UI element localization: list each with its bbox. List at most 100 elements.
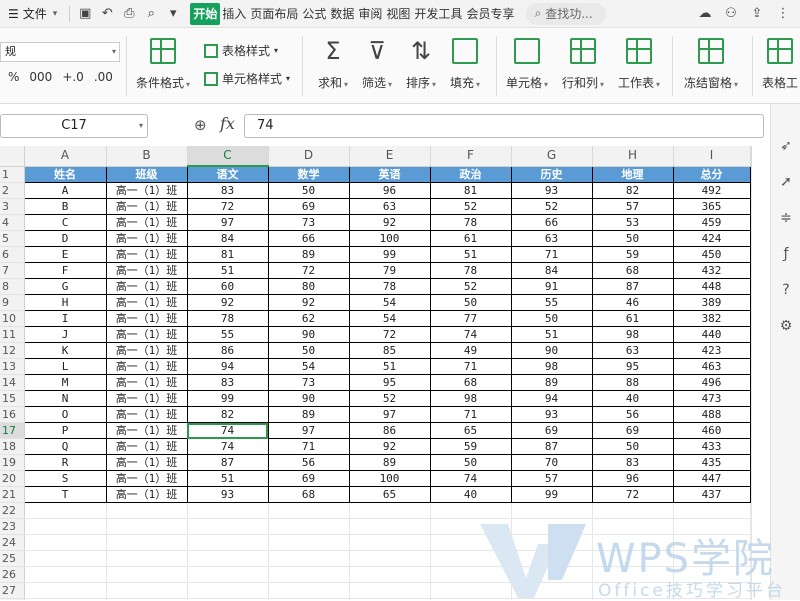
data-cell[interactable]: 59 <box>430 438 512 455</box>
data-cell[interactable]: 高一（1）班 <box>106 406 188 423</box>
empty-cell[interactable] <box>106 582 188 599</box>
help-icon[interactable]: ? <box>778 282 794 298</box>
rocket-icon[interactable]: ➶ <box>778 138 794 154</box>
sort-button[interactable]: ⇅ 排序 ▾ <box>406 38 436 91</box>
data-cell[interactable]: 55 <box>187 326 269 343</box>
data-cell[interactable]: 90 <box>268 390 350 407</box>
empty-cell[interactable] <box>268 582 350 599</box>
data-cell[interactable]: N <box>23 390 107 407</box>
data-cell[interactable]: 447 <box>673 470 751 487</box>
tab-6[interactable]: 视图 <box>384 3 412 25</box>
data-cell[interactable]: 高一（1）班 <box>106 246 188 263</box>
cloud-icon[interactable]: ☁ <box>694 3 716 25</box>
column-header-f[interactable]: F <box>430 146 512 167</box>
data-cell[interactable]: 65 <box>349 486 431 503</box>
empty-cell[interactable] <box>592 534 674 551</box>
tab-3[interactable]: 公式 <box>300 3 328 25</box>
empty-cell[interactable] <box>673 566 751 583</box>
data-cell[interactable]: 56 <box>268 454 350 471</box>
row-col-button[interactable]: 行和列 ▾ <box>562 38 604 91</box>
empty-cell[interactable] <box>750 582 752 599</box>
empty-cell[interactable] <box>750 310 752 327</box>
data-cell[interactable]: 高一（1）班 <box>106 390 188 407</box>
data-cell[interactable]: 72 <box>268 262 350 279</box>
empty-cell[interactable] <box>430 550 512 567</box>
data-cell[interactable]: 95 <box>592 358 674 375</box>
print-icon[interactable]: ⎙ <box>118 3 140 25</box>
data-cell[interactable]: 49 <box>430 342 512 359</box>
search-box[interactable]: ⌕ 查找功... <box>526 2 607 25</box>
empty-cell[interactable] <box>106 534 188 551</box>
data-cell[interactable]: L <box>23 358 107 375</box>
data-cell[interactable]: 98 <box>430 390 512 407</box>
header-cell[interactable]: 数学 <box>268 165 350 183</box>
empty-cell[interactable] <box>187 566 269 583</box>
column-header-b[interactable]: B <box>106 146 188 167</box>
data-cell[interactable]: 84 <box>187 230 269 247</box>
empty-cell[interactable] <box>750 358 752 375</box>
data-cell[interactable]: 89 <box>268 246 350 263</box>
data-cell[interactable]: 66 <box>268 230 350 247</box>
zoom-search-icon[interactable]: ⊕ <box>194 116 207 134</box>
column-header-d[interactable]: D <box>268 146 350 167</box>
data-cell[interactable]: 79 <box>349 262 431 279</box>
data-cell[interactable]: 98 <box>511 358 593 375</box>
row-header-19[interactable]: 19 <box>0 454 25 471</box>
empty-cell[interactable] <box>750 566 752 583</box>
data-cell[interactable]: J <box>23 326 107 343</box>
data-cell[interactable]: 100 <box>349 230 431 247</box>
data-cell[interactable]: 52 <box>430 278 512 295</box>
data-cell[interactable]: 56 <box>592 406 674 423</box>
data-cell[interactable]: 63 <box>592 342 674 359</box>
data-cell[interactable]: 92 <box>349 438 431 455</box>
data-cell[interactable]: 98 <box>592 326 674 343</box>
empty-cell[interactable] <box>750 230 752 247</box>
data-cell[interactable]: 高一（1）班 <box>106 230 188 247</box>
filter-button[interactable]: ⊽ 筛选 ▾ <box>362 38 392 91</box>
row-header-5[interactable]: 5 <box>0 230 25 247</box>
formula-input[interactable]: 74 <box>244 114 764 138</box>
data-cell[interactable]: 92 <box>187 294 269 311</box>
empty-cell[interactable] <box>750 246 752 263</box>
data-cell[interactable]: D <box>23 230 107 247</box>
data-cell[interactable]: 448 <box>673 278 751 295</box>
empty-cell[interactable] <box>592 502 674 519</box>
empty-cell[interactable] <box>750 534 752 551</box>
empty-cell[interactable] <box>24 550 107 567</box>
empty-cell[interactable] <box>349 550 431 567</box>
data-cell[interactable]: 83 <box>187 182 269 199</box>
data-cell[interactable]: 68 <box>268 486 350 503</box>
data-cell[interactable]: 96 <box>592 470 674 487</box>
settings-sliders-icon[interactable]: ≑ <box>778 210 794 226</box>
data-cell[interactable]: 高一（1）班 <box>106 486 188 503</box>
data-cell[interactable]: 57 <box>511 470 593 487</box>
data-cell[interactable]: 61 <box>592 310 674 327</box>
row-header-15[interactable]: 15 <box>0 390 25 407</box>
data-cell[interactable]: 78 <box>187 310 269 327</box>
empty-cell[interactable] <box>24 582 107 599</box>
empty-cell[interactable] <box>106 566 188 583</box>
empty-cell[interactable] <box>750 470 752 487</box>
empty-cell[interactable] <box>349 518 431 535</box>
data-cell[interactable]: 74 <box>187 438 269 455</box>
data-cell[interactable]: 高一（1）班 <box>106 438 188 455</box>
data-cell[interactable]: 51 <box>187 470 269 487</box>
empty-cell[interactable] <box>750 294 752 311</box>
tab-4[interactable]: 数据 <box>328 3 356 25</box>
data-cell[interactable]: 99 <box>187 390 269 407</box>
data-cell[interactable]: 82 <box>592 182 674 199</box>
data-cell[interactable]: 73 <box>268 374 350 391</box>
empty-cell[interactable] <box>511 502 593 519</box>
data-cell[interactable]: 63 <box>349 198 431 215</box>
data-cell[interactable]: 72 <box>349 326 431 343</box>
data-cell[interactable]: 51 <box>187 262 269 279</box>
data-cell[interactable]: 89 <box>511 374 593 391</box>
empty-cell[interactable] <box>750 182 752 199</box>
row-header-2[interactable]: 2 <box>0 182 25 199</box>
data-cell[interactable]: 72 <box>592 486 674 503</box>
data-cell[interactable]: B <box>23 198 107 215</box>
file-menu[interactable]: ☰ 文件 ▾ <box>0 0 65 28</box>
row-header-21[interactable]: 21 <box>0 486 25 503</box>
data-cell[interactable]: 86 <box>349 422 431 439</box>
increase-decimal-button[interactable]: +.0 <box>62 70 84 84</box>
